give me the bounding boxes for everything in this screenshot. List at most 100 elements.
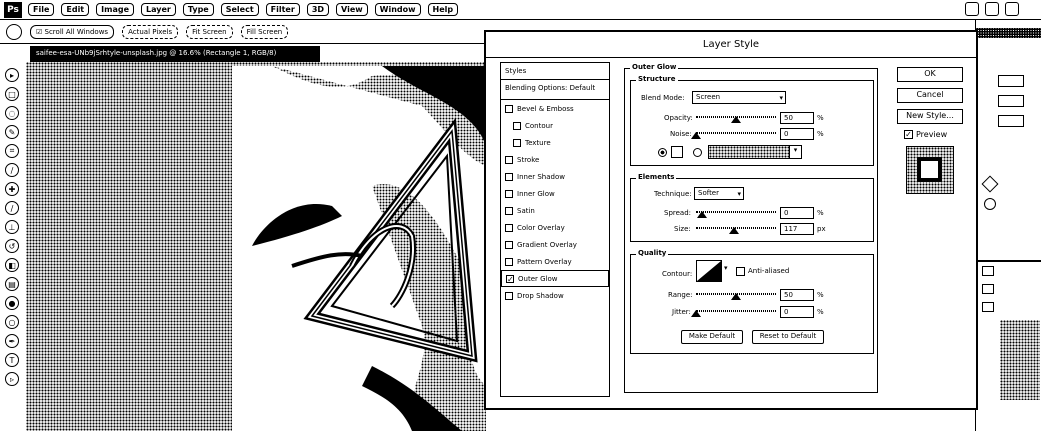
type-tool-icon[interactable]: T <box>5 353 19 367</box>
menu-image[interactable]: Image <box>96 3 135 16</box>
document-tab[interactable]: saifee-esa-UNb9jSrhtyle-unsplash.jpg @ 1… <box>30 46 320 62</box>
style-checkbox[interactable] <box>513 138 521 147</box>
stamp-tool-icon[interactable]: ⊥ <box>5 220 19 234</box>
color-radio[interactable] <box>658 148 667 157</box>
style-checkbox[interactable] <box>505 206 513 215</box>
style-item-texture[interactable]: Texture <box>501 134 609 151</box>
style-checkbox[interactable] <box>513 121 521 130</box>
style-item-outer-glow[interactable]: ✓ Outer Glow <box>501 270 609 287</box>
styles-header[interactable]: Styles <box>501 63 609 80</box>
style-checkbox[interactable] <box>505 172 513 181</box>
noise-slider[interactable] <box>696 132 776 134</box>
blending-options-item[interactable]: Blending Options: Default <box>501 80 609 100</box>
style-item-color-overlay[interactable]: Color Overlay <box>501 219 609 236</box>
close-icon[interactable] <box>1005 2 1019 16</box>
cancel-button[interactable]: Cancel <box>897 88 963 103</box>
eye-icon-1[interactable] <box>982 266 994 276</box>
menu-window[interactable]: Window <box>374 3 421 16</box>
glow-color-swatch[interactable] <box>671 146 683 158</box>
actual-pixels-button[interactable]: Actual Pixels <box>122 24 179 39</box>
anti-aliased-checkbox[interactable] <box>736 267 745 276</box>
path-select-tool-icon[interactable]: ▹ <box>5 372 19 386</box>
crop-tool-icon[interactable]: ⌗ <box>5 144 19 158</box>
spread-input[interactable]: 0 <box>780 207 814 219</box>
style-checkbox[interactable] <box>505 189 513 198</box>
menu-type[interactable]: Type <box>182 3 214 16</box>
healing-tool-icon[interactable]: ✚ <box>5 182 19 196</box>
swatch-3[interactable] <box>998 115 1024 127</box>
style-item-contour[interactable]: Contour <box>501 117 609 134</box>
minimize-icon[interactable] <box>965 2 979 16</box>
menu-layer[interactable]: Layer <box>141 3 176 16</box>
adjustment-icon[interactable] <box>981 175 999 193</box>
menu-edit[interactable]: Edit <box>61 3 90 16</box>
swatch-1[interactable] <box>998 75 1024 87</box>
scroll-all-windows-checkbox[interactable]: ☑ Scroll All Windows <box>30 24 115 39</box>
restore-icon[interactable] <box>985 2 999 16</box>
marquee-tool-icon[interactable]: □ <box>5 87 19 101</box>
eye-icon-3[interactable] <box>982 302 994 312</box>
style-item-inner-glow[interactable]: Inner Glow <box>501 185 609 202</box>
eraser-tool-icon[interactable]: ◧ <box>5 258 19 272</box>
noise-slider-knob[interactable] <box>691 132 701 139</box>
blur-tool-icon[interactable]: ● <box>5 296 19 310</box>
swatch-2[interactable] <box>998 95 1024 107</box>
hand-tool-icon[interactable] <box>6 23 22 40</box>
style-checkbox[interactable] <box>505 240 513 249</box>
history-brush-tool-icon[interactable]: ↺ <box>5 239 19 253</box>
size-slider-knob[interactable] <box>729 227 739 234</box>
menu-view[interactable]: View <box>336 3 368 16</box>
spread-slider[interactable] <box>696 211 776 213</box>
eye-icon-2[interactable] <box>982 284 994 294</box>
technique-select[interactable]: Softer ▾ <box>694 187 744 200</box>
jitter-slider-knob[interactable] <box>691 310 701 317</box>
style-item-pattern-overlay[interactable]: Pattern Overlay <box>501 253 609 270</box>
eyedropper-tool-icon[interactable]: ∕ <box>5 163 19 177</box>
blend-mode-select[interactable]: Screen ▾ <box>692 91 786 104</box>
new-style-button[interactable]: New Style... <box>897 109 963 124</box>
noise-input[interactable]: 0 <box>780 128 814 140</box>
preview-checkbox[interactable]: ✓ <box>904 130 913 139</box>
glow-gradient-picker[interactable]: ▾ <box>708 145 802 159</box>
spread-slider-knob[interactable] <box>697 211 707 218</box>
gradient-tool-icon[interactable]: ▤ <box>5 277 19 291</box>
style-checkbox[interactable] <box>505 104 513 113</box>
style-checkbox[interactable] <box>505 257 513 266</box>
menu-select[interactable]: Select <box>220 3 259 16</box>
style-item-gradient-overlay[interactable]: Gradient Overlay <box>501 236 609 253</box>
fit-screen-button[interactable]: Fit Screen <box>186 24 233 39</box>
dodge-tool-icon[interactable]: ○ <box>5 315 19 329</box>
style-item-satin[interactable]: Satin <box>501 202 609 219</box>
size-input[interactable]: 117 <box>780 223 814 235</box>
menu-file[interactable]: File <box>28 3 55 16</box>
brush-tool-icon[interactable]: ∕ <box>5 201 19 215</box>
layer-mask-icon[interactable] <box>984 198 996 210</box>
reset-to-default-button[interactable]: Reset to Default <box>752 330 824 344</box>
contour-picker[interactable] <box>696 260 722 282</box>
style-item-stroke[interactable]: Stroke <box>501 151 609 168</box>
menu-filter[interactable]: Filter <box>265 3 300 16</box>
quick-select-tool-icon[interactable]: ✎ <box>5 125 19 139</box>
style-item-drop-shadow[interactable]: Drop Shadow <box>501 287 609 304</box>
gradient-radio[interactable] <box>693 148 702 157</box>
opacity-slider-knob[interactable] <box>731 116 741 123</box>
style-checkbox[interactable] <box>505 291 513 300</box>
opacity-input[interactable]: 50 <box>780 112 814 124</box>
chevron-down-icon[interactable]: ▾ <box>724 264 728 272</box>
jitter-slider[interactable] <box>696 310 776 312</box>
pen-tool-icon[interactable]: ✒ <box>5 334 19 348</box>
style-checkbox[interactable] <box>505 155 513 164</box>
menu-3d[interactable]: 3D <box>306 3 330 16</box>
make-default-button[interactable]: Make Default <box>681 330 743 344</box>
move-tool-icon[interactable]: ▸ <box>5 68 19 82</box>
style-item-bevel-emboss[interactable]: Bevel & Emboss <box>501 100 609 117</box>
range-slider-knob[interactable] <box>731 293 741 300</box>
menu-help[interactable]: Help <box>427 3 459 16</box>
style-item-inner-shadow[interactable]: Inner Shadow <box>501 168 609 185</box>
fill-screen-button[interactable]: Fill Screen <box>240 24 289 39</box>
range-input[interactable]: 50 <box>780 289 814 301</box>
ok-button[interactable]: OK <box>897 67 963 82</box>
jitter-input[interactable]: 0 <box>780 306 814 318</box>
style-checkbox[interactable]: ✓ <box>506 274 514 283</box>
lasso-tool-icon[interactable]: ◌ <box>5 106 19 120</box>
